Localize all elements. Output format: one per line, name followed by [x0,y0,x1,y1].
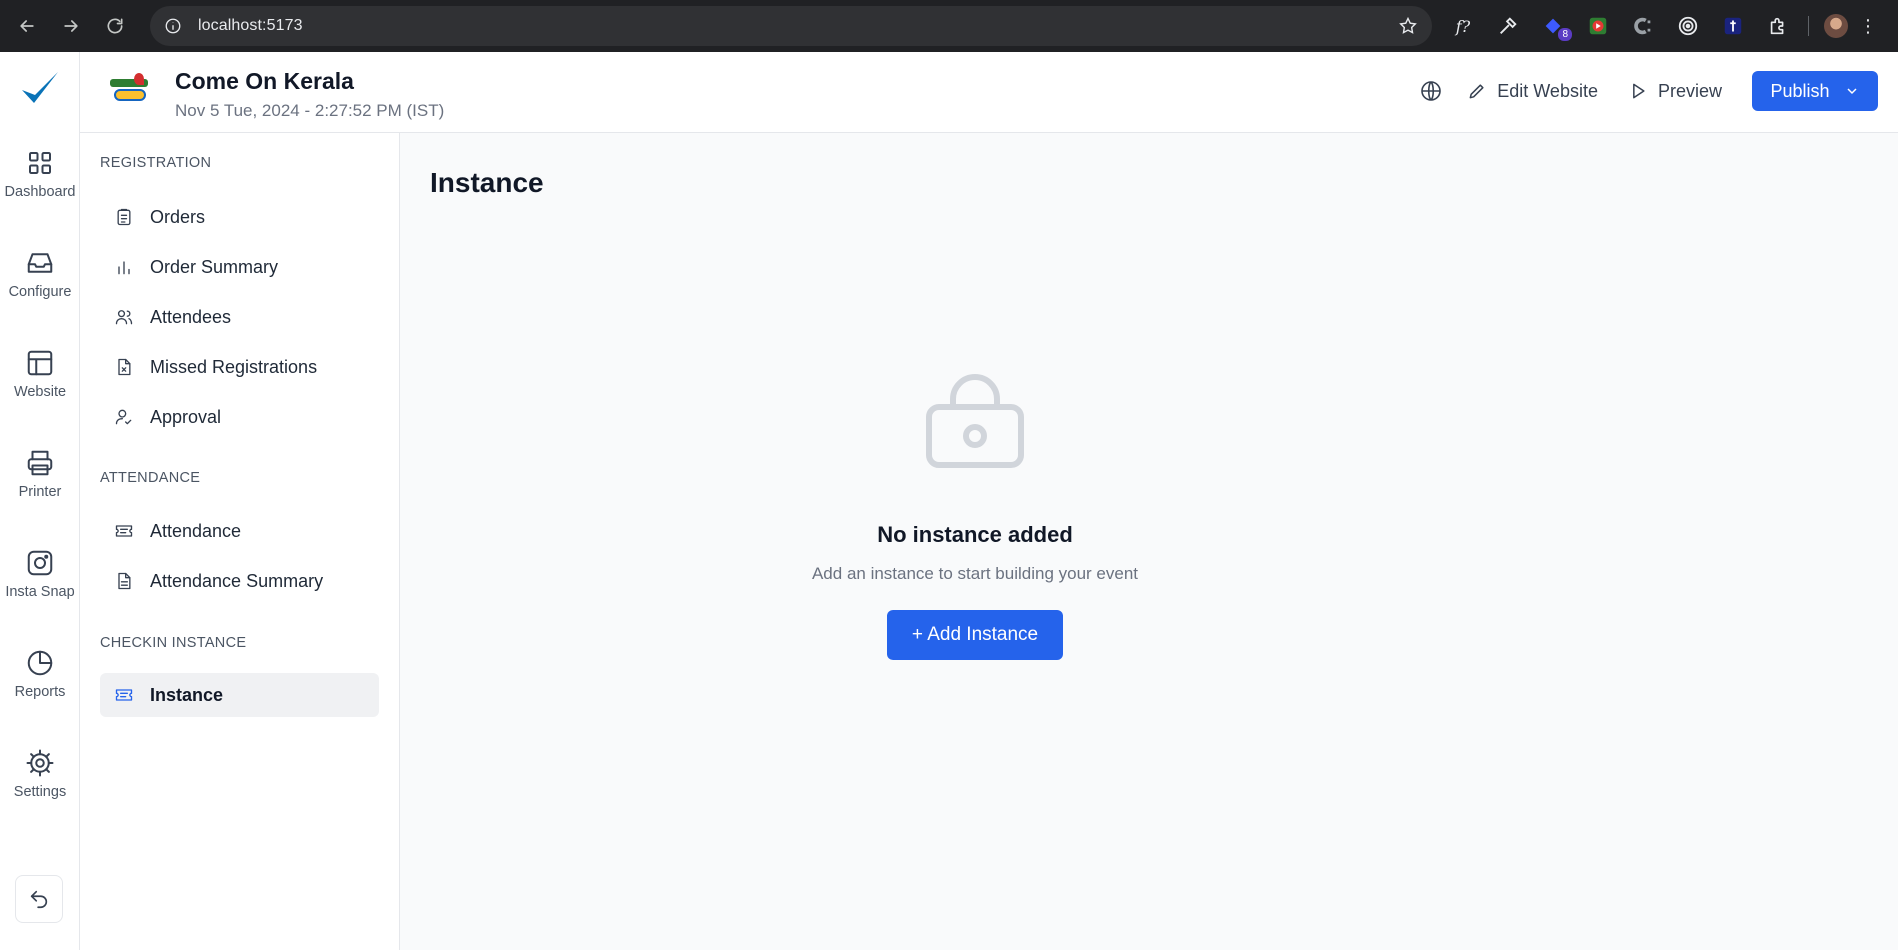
address-bar[interactable]: localhost:5173 [150,6,1432,46]
rail-item-insta-snap[interactable]: Insta Snap [0,548,80,600]
sidebar-item-orders[interactable]: Orders [100,195,379,239]
edit-website-button[interactable]: Edit Website [1467,81,1598,102]
rail-item-label: Insta Snap [5,584,75,600]
users-icon [115,310,133,325]
empty-state-title: No instance added [877,522,1073,547]
rail-item-settings[interactable]: Settings [0,748,80,800]
browser-menu-icon[interactable]: ⋮ [1859,11,1877,41]
sidebar-item-instance[interactable]: Instance [100,673,379,717]
event-title: Come On Kerala [175,68,354,94]
checkmark-logo-icon[interactable] [18,68,62,112]
sidebar-item-label: Attendance Summary [150,570,324,591]
bar-chart-icon [118,261,130,275]
back-icon[interactable] [12,11,42,41]
clipboard-icon [117,208,131,226]
rail-item-printer[interactable]: Printer [0,448,80,500]
rail-item-label: Configure [8,284,72,300]
secondary-sidebar: REGISTRATION Orders Order Summary Attend… [80,133,400,950]
undo-icon [30,890,48,909]
sidebar-item-label: Instance [150,684,224,705]
preview-label: Preview [1657,80,1722,101]
main-rail: Dashboard Configure Website Printer Inst… [0,52,80,950]
preview-button[interactable]: Preview [1628,81,1722,102]
sidebar-item-order-summary[interactable]: Order Summary [100,245,379,289]
edit-website-label: Edit Website [1497,80,1598,101]
url-text[interactable]: localhost:5173 [198,17,303,35]
sidebar-item-label: Missed Registrations [150,356,318,377]
blue-extension-icon[interactable] [1718,11,1748,41]
layout-icon [27,350,53,376]
file-text-icon [118,572,131,590]
section-title-registration: REGISTRATION [100,155,212,171]
rail-item-label: Reports [14,684,66,700]
grid-icon [29,152,51,174]
section-title-attendance: ATTENDANCE [100,470,201,486]
empty-state-subtitle: Add an instance to start building your e… [811,564,1139,583]
rail-item-reports[interactable]: Reports [0,648,80,700]
sidebar-item-missed-registrations[interactable]: Missed Registrations [100,345,379,389]
extension-badge-count: 8 [1558,28,1572,41]
sidebar-item-attendance[interactable]: Attendance [100,509,379,553]
puzzle-icon[interactable] [1763,11,1793,41]
forward-icon[interactable] [56,11,86,41]
header-actions: Edit Website Preview Publish [1413,71,1898,111]
cog-icon [26,749,54,777]
section-title-checkin-instance: CHECKIN INSTANCE [100,635,247,651]
bookmark-star-icon[interactable] [1398,16,1418,36]
empty-state: No instance added Add an instance to sta… [400,371,1550,660]
sidebar-item-attendees[interactable]: Attendees [100,295,379,339]
eyedropper-icon[interactable] [1493,11,1523,41]
pie-chart-icon [27,650,53,676]
publish-label: Publish [1770,80,1830,101]
rail-item-label: Website [13,384,67,400]
app-header: Come On Kerala Nov 5 Tue, 2024 - 2:27:52… [80,52,1898,133]
publish-button[interactable]: Publish [1752,71,1878,111]
pencil-icon [1469,84,1484,99]
lock-icon [923,371,1027,480]
sidebar-item-approval[interactable]: Approval [100,395,379,439]
inbox-icon [27,253,53,273]
file-x-icon [118,358,131,376]
user-check-icon [115,409,132,425]
toolbar-divider [1808,16,1809,36]
rail-item-website[interactable]: Website [0,348,80,400]
ticket-icon [115,525,133,537]
site-info-icon[interactable] [162,15,184,37]
event-logo [110,73,148,107]
instagram-icon [27,550,53,576]
rail-item-label: Settings [13,784,67,800]
browser-toolbar: localhost:5173 f? 8 ⋮ [0,0,1898,52]
profile-avatar[interactable] [1824,14,1848,38]
printer-icon [27,450,53,476]
main-content: Instance No instance added Add an instan… [400,133,1898,950]
globe-icon[interactable] [1413,73,1449,109]
sidebar-item-label: Approval [150,406,222,427]
sidebar-item-label: Attendees [150,306,232,327]
undo-button[interactable] [15,875,63,923]
extensions-bar: f? 8 ⋮ [1448,10,1877,42]
sidebar-item-label: Orders [150,206,206,227]
ticket-icon [115,689,133,701]
rail-item-label: Printer [18,484,62,500]
rail-item-configure[interactable]: Configure [0,248,80,300]
page-title: Instance [430,167,544,198]
play-icon [1633,83,1645,99]
sidebar-item-label: Attendance [150,520,242,541]
sidebar-item-attendance-summary[interactable]: Attendance Summary [100,559,379,603]
sidebar-item-label: Order Summary [150,256,279,277]
c-extension-icon[interactable] [1628,11,1658,41]
fx-icon[interactable]: f? [1448,11,1478,41]
youtube-icon[interactable] [1583,11,1613,41]
extension-badge-icon[interactable]: 8 [1538,11,1572,41]
add-instance-button[interactable]: + Add Instance [887,610,1063,660]
rail-item-dashboard[interactable]: Dashboard [0,148,80,200]
chevron-down-icon [1846,88,1857,95]
target-icon[interactable] [1673,11,1703,41]
event-datetime: Nov 5 Tue, 2024 - 2:27:52 PM (IST) [175,101,445,120]
reload-icon[interactable] [100,11,130,41]
rail-item-label: Dashboard [4,184,76,200]
